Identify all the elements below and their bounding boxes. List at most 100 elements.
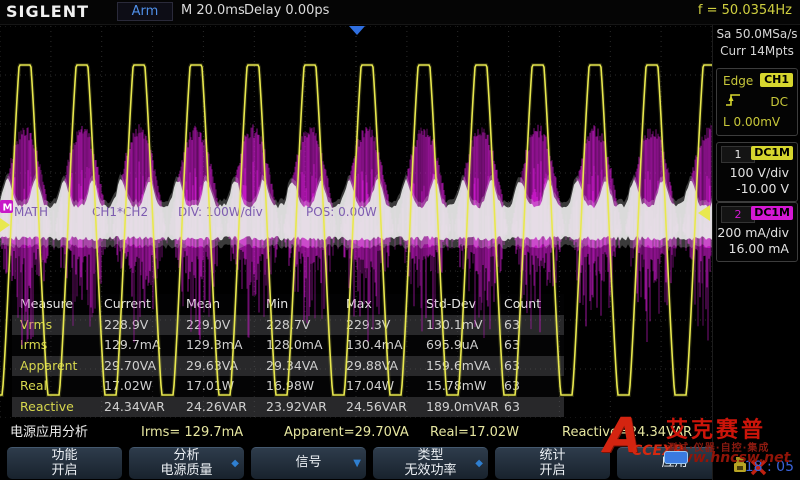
table-cell: 228.7V xyxy=(266,315,346,336)
menu-value: 开启 xyxy=(7,464,122,479)
table-header-cell: Max xyxy=(346,294,426,315)
measure-label: Reactive xyxy=(20,397,104,418)
usb-icon xyxy=(664,451,688,464)
table-cell: 130.4mA xyxy=(346,335,426,356)
analysis-mode-title: 电源应用分析 xyxy=(10,420,88,446)
channel2-info-box[interactable]: 2 DC1M 200 mA/div 16.00 mA xyxy=(716,202,798,262)
measurement-statistics-table: MeasureCurrentMeanMinMaxStd-DevCountVrms… xyxy=(12,294,564,417)
channel1-offset-readout: -10.00 V xyxy=(736,181,789,196)
measure-label: Vrms xyxy=(20,315,104,336)
menu-value: 无效功率 xyxy=(373,464,488,479)
irms-readout: Irms= 129.7mA xyxy=(141,420,243,446)
delay-readout[interactable]: Delay 0.00ps xyxy=(244,3,329,18)
table-cell: 24.56VAR xyxy=(346,397,426,418)
channel2-offset-readout: 16.00 mA xyxy=(729,241,790,256)
right-sidebar: Sa 50.0MSa/s Curr 14Mpts Edge CH1 DC L 0… xyxy=(712,24,800,480)
measure-label: Real xyxy=(20,376,104,397)
menu-button-function[interactable]: 功能 开启 xyxy=(7,447,122,479)
acquisition-info: Sa 50.0MSa/s Curr 14Mpts xyxy=(715,26,799,60)
measure-label: Irms xyxy=(20,335,104,356)
trigger-coupling-label: DC xyxy=(770,95,788,109)
table-cell: 228.9V xyxy=(104,315,186,336)
table-cell: 159.6mVA xyxy=(426,356,504,377)
table-cell: 129.7mA xyxy=(104,335,186,356)
table-header-cell: Mean xyxy=(186,294,266,315)
trigger-level-readout: L 0.00mV xyxy=(723,115,780,129)
trigger-frequency-readout: f = 50.0354Hz xyxy=(698,3,792,18)
channel1-coupling-badge: DC1M xyxy=(751,146,793,160)
table-cell: 17.04W xyxy=(346,376,426,397)
table-row: Reactive24.34VAR24.26VAR23.92VAR24.56VAR… xyxy=(12,397,564,418)
table-cell: 16.98W xyxy=(266,376,346,397)
menu-label: 类型 xyxy=(373,449,488,464)
table-cell: 63 xyxy=(504,356,552,377)
channel2-scale-readout: 200 mA/div xyxy=(717,225,789,240)
table-row: Irms129.7mA129.3mA128.0mA130.4mA695.9uA6… xyxy=(12,335,564,356)
rising-edge-icon xyxy=(724,92,742,108)
table-cell: 17.02W xyxy=(104,376,186,397)
table-header-cell: Std-Dev xyxy=(426,294,504,315)
table-cell: 29.63VA xyxy=(186,356,266,377)
table-row: Apparent29.70VA29.63VA29.34VA29.88VA159.… xyxy=(12,356,564,377)
table-cell: 229.0V xyxy=(186,315,266,336)
table-cell: 189.0mVAR xyxy=(426,397,504,418)
table-cell: 24.26VAR xyxy=(186,397,266,418)
table-header-cell: Measure xyxy=(20,294,104,315)
brand-logo: SIGLENT xyxy=(6,2,89,21)
table-cell: 229.3V xyxy=(346,315,426,336)
reactive-power-readout: Reactive=24.34VAR xyxy=(562,420,692,446)
table-cell: 23.92VAR xyxy=(266,397,346,418)
table-cell: 63 xyxy=(504,335,552,356)
menu-button-analysis[interactable]: 分析 电源质量 ◆ xyxy=(129,447,244,479)
trigger-source-badge: CH1 xyxy=(760,73,793,87)
clock-readout: 18 : 05 xyxy=(745,459,794,475)
table-cell: 63 xyxy=(504,315,552,336)
channel1-scale-readout: 100 V/div xyxy=(730,165,789,180)
table-header-cell: Count xyxy=(504,294,552,315)
table-cell: 130.1mV xyxy=(426,315,504,336)
table-header-cell: Current xyxy=(104,294,186,315)
top-status-bar: SIGLENT Arm M 20.0ms Delay 0.00ps f = 50… xyxy=(0,0,800,25)
menu-button-signal[interactable]: 信号 ▼ xyxy=(251,447,366,479)
menu-label: 分析 xyxy=(129,449,244,464)
trigger-info-box[interactable]: Edge CH1 DC L 0.00mV xyxy=(716,68,798,136)
trigger-mode-label: Edge xyxy=(723,74,753,88)
channel1-number-badge: 1 xyxy=(721,146,755,163)
table-cell: 129.3mA xyxy=(186,335,266,356)
select-diamond-icon: ◆ xyxy=(475,456,483,471)
timebase-readout[interactable]: M 20.0ms xyxy=(181,3,245,18)
table-cell: 29.70VA xyxy=(104,356,186,377)
menu-button-type[interactable]: 类型 无效功率 ◆ xyxy=(373,447,488,479)
table-cell: 63 xyxy=(504,397,552,418)
menu-value: 开启 xyxy=(495,464,610,479)
channel2-coupling-badge: DC1M xyxy=(751,206,793,220)
channel1-info-box[interactable]: 1 DC1M 100 V/div -10.00 V xyxy=(716,142,798,202)
table-cell: 15.78mW xyxy=(426,376,504,397)
menu-label: 功能 xyxy=(7,449,122,464)
table-cell: 29.34VA xyxy=(266,356,346,377)
memory-depth: Curr 14Mpts xyxy=(715,43,799,60)
menu-label: 信号 xyxy=(251,456,366,471)
acquisition-status-badge[interactable]: Arm xyxy=(117,2,173,21)
table-cell: 24.34VAR xyxy=(104,397,186,418)
dropdown-arrow-icon: ▼ xyxy=(353,456,361,471)
table-cell: 29.88VA xyxy=(346,356,426,377)
power-analysis-status-bar: 电源应用分析 Irms= 129.7mA Apparent=29.70VA Re… xyxy=(0,420,712,446)
table-row: Real17.02W17.01W16.98W17.04W15.78mW63 xyxy=(12,376,564,397)
real-power-readout: Real=17.02W xyxy=(430,420,519,446)
table-header-cell: Min xyxy=(266,294,346,315)
table-cell: 128.0mA xyxy=(266,335,346,356)
measure-label: Apparent xyxy=(20,356,104,377)
table-header-row: MeasureCurrentMeanMinMaxStd-DevCount xyxy=(12,294,564,315)
oscilloscope-screen: SIGLENT Arm M 20.0ms Delay 0.00ps f = 50… xyxy=(0,0,800,480)
softkey-menu-bar: 功能 开启 分析 电源质量 ◆ 信号 ▼ 类型 无效功率 ◆ 统计 开启 应用 xyxy=(0,447,762,478)
table-row: Vrms228.9V229.0V228.7V229.3V130.1mV63 xyxy=(12,315,564,336)
channel2-number-badge: 2 xyxy=(721,206,755,223)
table-cell: 695.9uA xyxy=(426,335,504,356)
menu-value: 电源质量 xyxy=(129,464,244,479)
sample-rate: Sa 50.0MSa/s xyxy=(715,26,799,43)
select-diamond-icon: ◆ xyxy=(231,456,239,471)
apparent-power-readout: Apparent=29.70VA xyxy=(284,420,409,446)
menu-button-statistics[interactable]: 统计 开启 xyxy=(495,447,610,479)
table-cell: 17.01W xyxy=(186,376,266,397)
